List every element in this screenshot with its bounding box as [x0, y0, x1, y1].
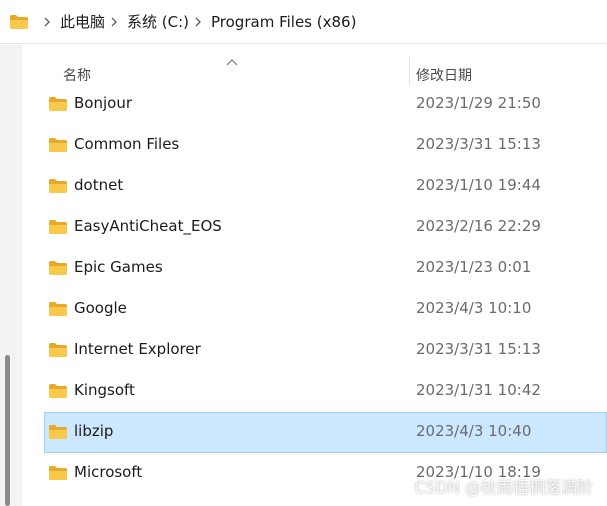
- file-date-modified: 2023/1/10 19:44: [416, 176, 541, 194]
- file-name: Bonjour: [74, 94, 132, 112]
- column-header-name[interactable]: 名称: [63, 65, 91, 85]
- navigation-pane-scrollbar[interactable]: [5, 355, 10, 506]
- file-row[interactable]: Kingsoft 2023/1/31 10:42: [22, 371, 607, 412]
- folder-icon: [49, 137, 67, 156]
- file-row[interactable]: Epic Games 2023/1/23 0:01: [22, 248, 607, 289]
- navigation-pane[interactable]: [0, 45, 22, 506]
- file-date-modified: 2023/3/31 15:13: [416, 135, 541, 153]
- file-row[interactable]: Google 2023/4/3 10:10: [22, 289, 607, 330]
- file-date-modified: 2023/4/3 10:10: [416, 299, 532, 317]
- file-name: dotnet: [74, 176, 124, 194]
- column-header: 名称 修改日期: [22, 45, 607, 85]
- folder-icon: [49, 260, 67, 279]
- breadcrumb-this-pc[interactable]: 此电脑: [60, 11, 105, 32]
- file-date-modified: 2023/1/31 10:42: [416, 381, 541, 399]
- file-name: Kingsoft: [74, 381, 135, 399]
- folder-icon: [49, 178, 67, 197]
- chevron-right-icon[interactable]: [44, 17, 50, 27]
- file-row[interactable]: EasyAntiCheat_EOS 2023/2/16 22:29: [22, 207, 607, 248]
- folder-icon: [49, 383, 67, 402]
- file-name: Microsoft: [74, 463, 143, 481]
- sort-ascending-icon: [226, 51, 238, 66]
- file-name: libzip: [74, 422, 114, 440]
- column-header-date-modified[interactable]: 修改日期: [416, 65, 472, 85]
- file-explorer-window: 此电脑 系统 (C:) Program Files (x86) 名称 修改日期 …: [0, 0, 607, 506]
- folder-icon: [49, 342, 67, 361]
- folder-icon: [49, 219, 67, 238]
- folder-icon: [49, 96, 67, 115]
- folder-icon: [49, 301, 67, 320]
- breadcrumb-program-files-x86[interactable]: Program Files (x86): [211, 13, 356, 31]
- address-bar[interactable]: 此电脑 系统 (C:) Program Files (x86): [0, 0, 607, 44]
- file-row-selected[interactable]: libzip 2023/4/3 10:40: [44, 412, 607, 453]
- file-name: EasyAntiCheat_EOS: [74, 217, 222, 235]
- file-name: Internet Explorer: [74, 340, 201, 358]
- chevron-right-icon[interactable]: [195, 17, 201, 27]
- file-date-modified: 2023/1/29 21:50: [416, 94, 541, 112]
- file-row[interactable]: Bonjour 2023/1/29 21:50: [22, 84, 607, 125]
- file-row[interactable]: Internet Explorer 2023/3/31 15:13: [22, 330, 607, 371]
- file-name: Common Files: [74, 135, 180, 153]
- file-date-modified: 2023/1/23 0:01: [416, 258, 532, 276]
- file-row[interactable]: Common Files 2023/3/31 15:13: [22, 125, 607, 166]
- column-divider[interactable]: [409, 57, 410, 85]
- file-date-modified: 2023/3/31 15:13: [416, 340, 541, 358]
- file-date-modified: 2023/4/3 10:40: [416, 422, 532, 440]
- file-row[interactable]: dotnet 2023/1/10 19:44: [22, 166, 607, 207]
- chevron-right-icon[interactable]: [111, 17, 117, 27]
- file-name: Google: [74, 299, 127, 317]
- file-date-modified: 2023/1/10 18:19: [416, 463, 541, 481]
- file-list: Bonjour 2023/1/29 21:50 Common Files 202…: [22, 84, 607, 494]
- file-name: Epic Games: [74, 258, 163, 276]
- folder-icon[interactable]: [10, 14, 28, 29]
- file-date-modified: 2023/2/16 22:29: [416, 217, 541, 235]
- folder-icon: [49, 465, 67, 484]
- file-row[interactable]: Microsoft 2023/1/10 18:19: [22, 453, 607, 494]
- breadcrumb-system-c[interactable]: 系统 (C:): [127, 11, 189, 32]
- folder-icon: [49, 424, 67, 443]
